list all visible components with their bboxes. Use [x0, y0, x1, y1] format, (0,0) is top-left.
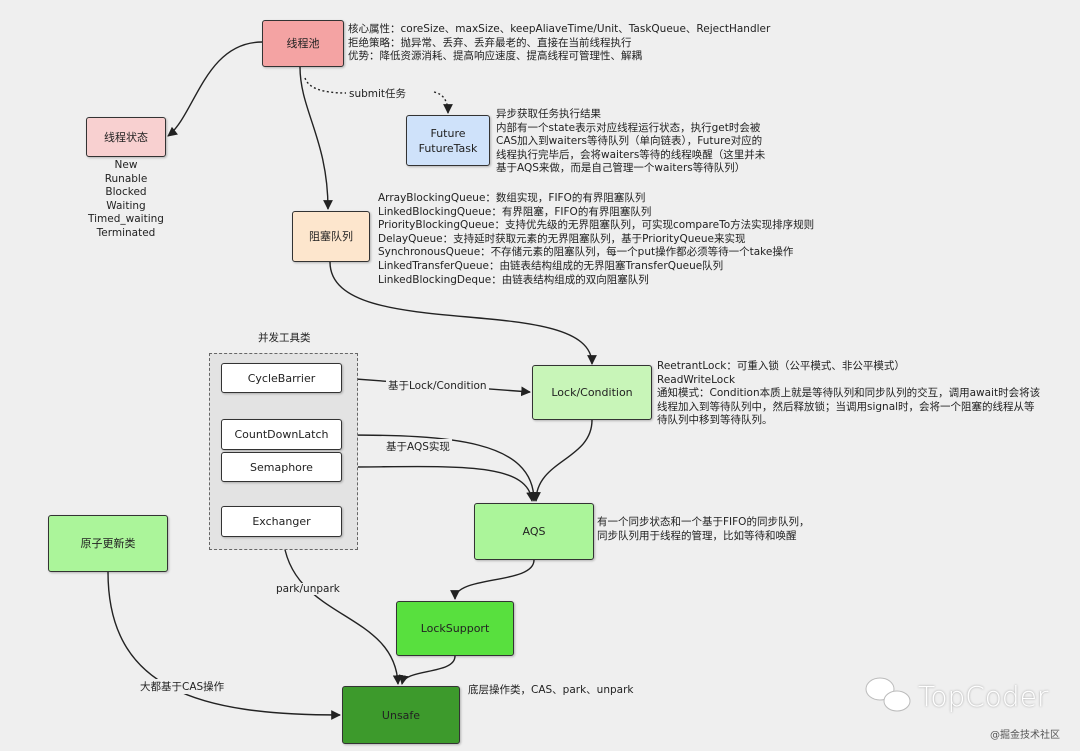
- edge-label-cas: 大都基于CAS操作: [138, 679, 227, 694]
- note-line: LinkedBlockingDeque：由链表结构组成的双向阻塞队列: [378, 273, 649, 286]
- note-line: 核心属性：coreSize、maxSize、keepAliaveTime/Uni…: [348, 23, 771, 35]
- edge-label-aqs: 基于AQS实现: [384, 439, 452, 454]
- note-line: LinkedTransferQueue：由链表结构组成的无界阻塞Transfer…: [378, 259, 724, 272]
- note-line: 待队列中移到等待队列。: [657, 414, 773, 427]
- node-thread-state[interactable]: 线程状态: [86, 117, 166, 157]
- note-line: 通知模式：Condition本质上就是等待队列和同步队列的交互，调用await时…: [657, 387, 1041, 400]
- note-line: ReetrantLock：可重入锁（公平模式、非公平模式）: [657, 360, 905, 372]
- node-future[interactable]: Future FutureTask: [406, 115, 490, 166]
- node-unsafe[interactable]: Unsafe: [342, 686, 460, 744]
- state-blocked: Blocked: [105, 186, 147, 199]
- edge-label-park: park/unpark: [274, 583, 342, 595]
- node-semaphore[interactable]: Semaphore: [221, 452, 342, 482]
- state-timed-waiting: Timed_waiting: [88, 213, 164, 226]
- node-blocking-queue[interactable]: 阻塞队列: [292, 211, 370, 262]
- note-line: LinkedBlockingQueue：有界阻塞，FIFO的有界阻塞队列: [378, 205, 652, 218]
- node-count-down-latch[interactable]: CountDownLatch: [221, 419, 342, 450]
- edge-exchanger-to-unsafe: [282, 536, 403, 685]
- note-line: 有一个同步状态和一个基于FIFO的同步队列，: [597, 516, 810, 528]
- note-line: 线程加入到等待队列中，然后释放锁；当调用signal时，会将一个阻塞的线程从等: [657, 400, 1035, 413]
- note-line: 基于AQS来做，而是自己管理一个waiters等待队列）: [496, 162, 746, 175]
- note-line: 拒绝策略：抛异常、丢弃、丢弃最老的、直接在当前线程执行: [348, 36, 632, 49]
- edge-label-lock-condition: 基于Lock/Condition: [386, 378, 489, 393]
- note-future: 异步获取任务执行结果 内部有一个state表示对应线程运行状态，执行get时会被…: [496, 108, 765, 176]
- state-new: New: [114, 159, 138, 171]
- note-line: 优势：降低资源消耗、提高响应速度、提高线程可管理性、解耦: [348, 50, 642, 63]
- edge-semaphore-to-aqs: [341, 465, 537, 502]
- note-line: 同步队列用于线程的管理，比如等待和唤醒: [597, 529, 797, 542]
- node-cycle-barrier[interactable]: CycleBarrier: [221, 363, 342, 393]
- node-atomic[interactable]: 原子更新类: [48, 515, 168, 572]
- state-waiting: Waiting: [106, 199, 146, 212]
- node-aqs[interactable]: AQS: [474, 503, 594, 560]
- note-line: CAS加入到waiters等待队列（单向链表），Future对应的: [496, 135, 763, 148]
- edge-lock-to-aqs: [531, 419, 593, 502]
- note-thread-state: New Runable Blocked Waiting Timed_waitin…: [76, 159, 176, 241]
- note-unsafe: 底层操作类，CAS、park、unpark: [468, 684, 633, 698]
- note-line: DelayQueue：支持延时获取元素的无界阻塞队列，基于PriorityQue…: [378, 232, 746, 245]
- node-exchanger[interactable]: Exchanger: [221, 506, 342, 537]
- node-thread-pool[interactable]: 线程池: [262, 20, 344, 67]
- edge-locksupport-to-unsafe: [398, 655, 456, 685]
- watermark-brand: TopCoder: [918, 680, 1049, 713]
- note-line: 底层操作类，CAS、park、unpark: [468, 684, 634, 696]
- note-thread-pool: 核心属性：coreSize、maxSize、keepAliaveTime/Uni…: [348, 23, 770, 64]
- edge-pool-to-state: [167, 41, 263, 137]
- note-line: ArrayBlockingQueue：数组实现，FIFO的有界阻塞队列: [378, 192, 646, 204]
- note-line: 异步获取任务执行结果: [496, 108, 601, 120]
- node-lock-condition[interactable]: Lock/Condition: [532, 365, 652, 420]
- note-aqs: 有一个同步状态和一个基于FIFO的同步队列， 同步队列用于线程的管理，比如等待和…: [597, 516, 809, 543]
- note-line: PriorityBlockingQueue：支持优先级的无界阻塞队列，可实现co…: [378, 219, 815, 232]
- state-terminated: Terminated: [96, 226, 156, 239]
- group-title: 并发工具类: [258, 332, 311, 344]
- note-line: 线程执行完毕后，会将waiters等待的线程唤醒（这里并未: [496, 148, 766, 161]
- diagram-canvas: 并发工具类 线程池 线程状态 Future FutureTask 阻塞队列 Lo…: [0, 0, 1080, 751]
- note-lock-condition: ReetrantLock：可重入锁（公平模式、非公平模式） ReadWriteL…: [657, 360, 1040, 428]
- node-lock-support[interactable]: LockSupport: [396, 601, 514, 656]
- edge-label-submit: submit任务: [347, 86, 409, 101]
- edge-aqs-to-locksupport: [450, 559, 535, 600]
- note-blocking-queue: ArrayBlockingQueue：数组实现，FIFO的有界阻塞队列 Link…: [378, 192, 814, 287]
- note-line: ReadWriteLock: [657, 373, 736, 386]
- state-runable: Runable: [104, 172, 148, 185]
- watermark-sub: @掘金技术社区: [990, 730, 1060, 741]
- note-line: SynchronousQueue：不存储元素的阻塞队列，每一个put操作都必须等…: [378, 246, 794, 259]
- note-line: 内部有一个state表示对应线程运行状态，执行get时会被: [496, 121, 761, 134]
